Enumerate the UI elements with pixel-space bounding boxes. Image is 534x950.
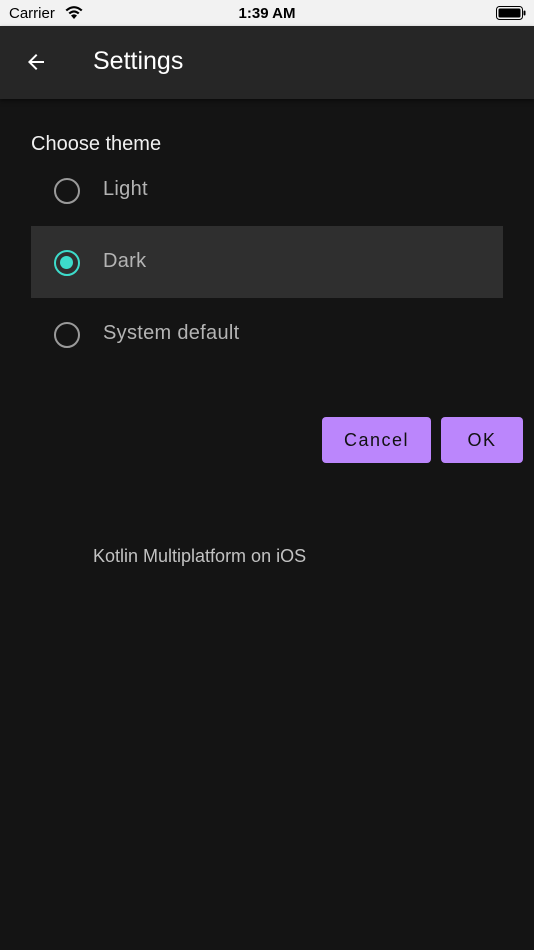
theme-option-label: Dark: [103, 250, 147, 272]
arrow-left-icon: [28, 54, 44, 70]
radio-dot: [60, 256, 73, 269]
battery-icon: [496, 6, 526, 20]
cancel-button[interactable]: Cancel: [322, 417, 431, 463]
radio-selected-icon[interactable]: [54, 250, 80, 276]
back-button[interactable]: [14, 40, 58, 84]
theme-option-system-default[interactable]: System default: [31, 298, 503, 370]
settings-screen: Carrier 1:39 AM Settings Choose theme Li…: [0, 0, 534, 950]
choose-theme-heading: Choose theme: [31, 133, 162, 155]
page-title: Settings: [93, 47, 184, 75]
status-bar: Carrier 1:39 AM: [0, 0, 534, 26]
app-bar: Settings: [0, 26, 534, 99]
platform-label: Kotlin Multiplatform on iOS: [93, 546, 307, 566]
radio-unselected-icon[interactable]: [54, 322, 80, 348]
theme-option-dark[interactable]: Dark: [31, 226, 503, 298]
ok-button[interactable]: OK: [441, 417, 523, 463]
status-time: 1:39 AM: [238, 5, 296, 22]
theme-option-light[interactable]: Light: [31, 154, 503, 226]
radio-unselected-icon[interactable]: [54, 178, 80, 204]
theme-option-label: Light: [103, 178, 148, 200]
theme-option-label: System default: [103, 322, 240, 344]
